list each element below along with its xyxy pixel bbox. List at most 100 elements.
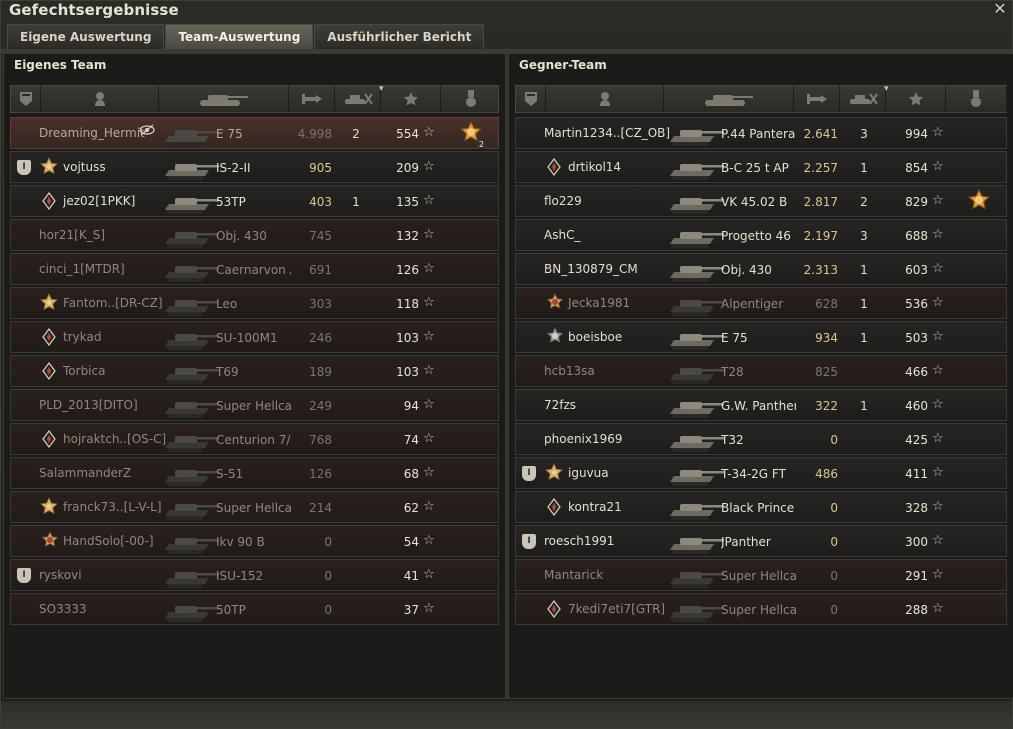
tank-name: Caernarvon A [216, 263, 291, 277]
sort-medal-header[interactable] [441, 86, 502, 112]
player-name[interactable]: hcb13sa [544, 364, 595, 378]
player-name[interactable]: cinci_1[MTDR] [39, 262, 125, 276]
xp-star-icon: ☆ [932, 601, 944, 616]
player-row[interactable]: Ivojtuss IS-2-II 905 209 ☆ [10, 151, 499, 183]
tank-silhouette-icon [666, 290, 726, 318]
xp-star-icon: ☆ [423, 601, 435, 616]
player-name[interactable]: SO3333 [39, 602, 87, 616]
player-row[interactable]: Mantarick Super Hellcat 0 291 ☆ [515, 559, 1007, 591]
sort-medal-header[interactable] [946, 86, 1007, 112]
player-name[interactable]: SalammanderZ [39, 466, 131, 480]
player-row[interactable]: cinci_1[MTDR] Caernarvon A 691 126 ☆ [10, 253, 499, 285]
sort-damage-header[interactable] [794, 86, 840, 112]
sort-kills-header[interactable] [840, 86, 886, 112]
xp-value: 62 [403, 501, 419, 515]
player-name[interactable]: 72fzs [544, 398, 576, 412]
tank-name: Obj. 430 [721, 263, 772, 277]
xp-star-icon: ☆ [932, 363, 944, 378]
player-row[interactable]: boeisboe E 75 934 1 503 ☆ [515, 321, 1007, 353]
player-name[interactable]: drtikol14 [568, 160, 621, 174]
sort-damage-header[interactable] [289, 86, 335, 112]
award-medal-icon[interactable] [966, 188, 992, 215]
tab-detailed-report[interactable]: Ausführlicher Bericht [314, 24, 485, 49]
xp-value: 291 [905, 569, 928, 583]
player-row[interactable]: Torbica T69 189 103 ☆ [10, 355, 499, 387]
xp-star-icon: ☆ [423, 329, 435, 344]
player-row[interactable]: hcb13sa T28 825 466 ☆ [515, 355, 1007, 387]
tank-name: VK 45.02 B [721, 195, 788, 209]
player-name[interactable]: Dreaming_Hermit [39, 126, 145, 140]
player-row[interactable]: hojraktch..[OS-C] Centurion 7/1 768 74 ☆ [10, 423, 499, 455]
player-name[interactable]: jez02[1PKK] [63, 194, 135, 208]
player-row[interactable]: jez02[1PKK] 53TP 403 1 135 ☆ [10, 185, 499, 217]
tank-silhouette-icon [666, 222, 726, 250]
tab-team-results[interactable]: Team-Auswertung [165, 24, 314, 49]
sort-player-header[interactable] [546, 86, 664, 112]
player-row[interactable]: flo229 VK 45.02 B 2.817 2 829 ☆ [515, 185, 1007, 217]
sort-kills-header[interactable] [335, 86, 381, 112]
player-name[interactable]: ryskovi [39, 568, 82, 582]
tab-own-results[interactable]: Eigene Auswertung [7, 24, 165, 49]
player-row[interactable]: 72fzs G.W. Panther 322 1 460 ☆ [515, 389, 1007, 421]
player-name[interactable]: roesch1991 [544, 534, 614, 548]
player-name[interactable]: phoenix1969 [544, 432, 623, 446]
player-name[interactable]: vojtuss [63, 160, 106, 174]
kills-value: 2 [352, 127, 360, 141]
tank-name: S-51 [216, 467, 244, 481]
tank-name: Ikv 90 B [216, 535, 265, 549]
player-row[interactable]: Iiguvua T-34-2G FT 486 411 ☆ [515, 457, 1007, 489]
player-row[interactable]: Iryskovi ISU-152 0 41 ☆ [10, 559, 499, 591]
award-medal-icon[interactable]: 2 [458, 120, 486, 149]
enemy-team-column-header: ▾ [515, 85, 1007, 113]
player-row[interactable]: Martin1234..[CZ_OB] P.44 Pantera 2.641 3 994… [515, 117, 1007, 149]
sort-badge-header[interactable] [11, 86, 41, 112]
close-icon[interactable]: ✕ [992, 1, 1008, 17]
player-row[interactable]: Fantom..[DR-CZ] Leo 303 118 ☆ [10, 287, 499, 319]
player-row[interactable]: HandSolo[-00-] Ikv 90 B 0 54 ☆ [10, 525, 499, 557]
player-row[interactable]: kontra21 Black Prince 0 328 ☆ [515, 491, 1007, 523]
player-row[interactable]: SO3333 50TP 0 37 ☆ [10, 593, 499, 625]
player-row[interactable]: Dreaming_Hermit E 75 4.998 2 554 ☆ 2 [10, 117, 499, 149]
player-row[interactable]: PLD_2013[DITO] Super Hellcat 249 94 ☆ [10, 389, 499, 421]
player-row[interactable]: hor21[K_S] Obj. 430 745 132 ☆ [10, 219, 499, 251]
damage-value: 403 [309, 195, 332, 209]
player-row[interactable]: franck73..[L-V-L] Super Hellcat 214 62 ☆ [10, 491, 499, 523]
sort-badge-header[interactable] [516, 86, 546, 112]
player-name[interactable]: PLD_2013[DITO] [39, 398, 138, 412]
player-name[interactable]: hor21[K_S] [39, 228, 105, 242]
platoon-badge-icon: I [522, 466, 537, 482]
player-row[interactable]: phoenix1969 T32 0 425 ☆ [515, 423, 1007, 455]
player-row[interactable]: Iroesch1991 JPanther 0 300 ☆ [515, 525, 1007, 557]
sort-tank-header[interactable] [159, 86, 289, 112]
player-name[interactable]: franck73..[L-V-L] [63, 500, 162, 514]
damage-value: 2.257 [803, 161, 838, 175]
player-row[interactable]: SalammanderZ S-51 126 68 ☆ [10, 457, 499, 489]
player-row[interactable]: Jecka1981 Alpentiger 628 1 536 ☆ [515, 287, 1007, 319]
damage-value: 2.641 [803, 127, 838, 141]
player-name[interactable]: hojraktch..[OS-C] [63, 432, 166, 446]
player-name[interactable]: Mantarick [544, 568, 603, 582]
player-name[interactable]: flo229 [544, 194, 582, 208]
player-name[interactable]: iguvua [568, 466, 609, 480]
player-row[interactable]: BN_130879_CM Obj. 430 2.313 1 603 ☆ [515, 253, 1007, 285]
player-row[interactable]: trykad SU-100M1 246 103 ☆ [10, 321, 499, 353]
player-name[interactable]: boeisboe [568, 330, 622, 344]
player-name[interactable]: Martin1234..[CZ_OB] [544, 126, 670, 140]
sort-xp-star-header[interactable]: ▾ [884, 85, 946, 112]
player-name[interactable]: Torbica [63, 364, 105, 378]
player-row[interactable]: drtikol14 B-C 25 t AP 2.257 1 854 ☆ [515, 151, 1007, 183]
player-name[interactable]: Fantom..[DR-CZ] [63, 296, 163, 310]
sort-tank-header[interactable] [664, 86, 794, 112]
player-row[interactable]: 7kedi7eti7[GTR] Super Hellcat 0 288 ☆ [515, 593, 1007, 625]
player-name[interactable]: AshC_ [544, 228, 580, 242]
sort-player-header[interactable] [41, 86, 159, 112]
player-name[interactable]: BN_130879_CM [544, 262, 638, 276]
sort-xp-star-header[interactable]: ▾ [379, 85, 441, 112]
player-name[interactable]: 7kedi7eti7[GTR] [568, 602, 665, 616]
player-row[interactable]: AshC_ Progetto 46 2.197 3 688 ☆ [515, 219, 1007, 251]
player-name[interactable]: trykad [63, 330, 101, 344]
tank-name: ISU-152 [216, 569, 264, 583]
player-name[interactable]: Jecka1981 [568, 296, 630, 310]
player-name[interactable]: kontra21 [568, 500, 622, 514]
player-name[interactable]: HandSolo[-00-] [63, 534, 154, 548]
